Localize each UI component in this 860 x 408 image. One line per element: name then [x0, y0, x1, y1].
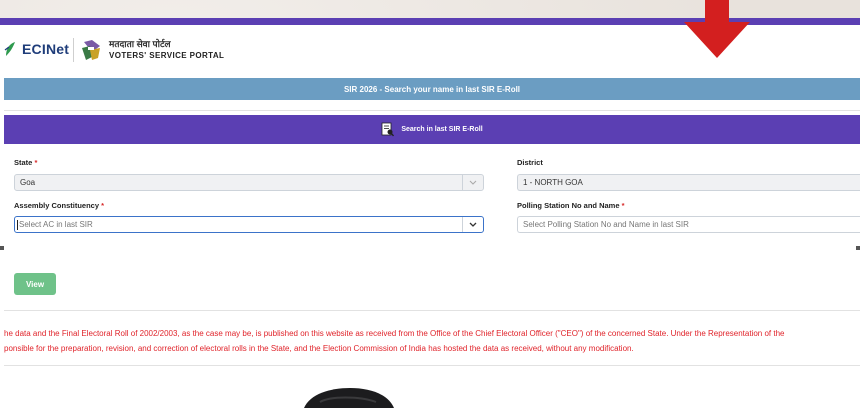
- eci-emblem-icon: [82, 40, 100, 60]
- state-value: Goa: [20, 178, 36, 187]
- red-arrow-down-icon: [684, 0, 750, 58]
- polling-label-text: Polling Station No and Name: [517, 201, 620, 210]
- required-mark: *: [621, 201, 625, 210]
- chevron-down-icon: [469, 222, 477, 227]
- divider: [4, 310, 860, 311]
- assembly-dropdown-toggle[interactable]: [462, 217, 483, 232]
- brand-name: ECINet: [22, 41, 70, 57]
- divider: [4, 365, 860, 366]
- divider: [4, 110, 860, 111]
- portal-title-hindi: मतदाता सेवा पोर्टल: [109, 39, 171, 49]
- dark-object-overlay: [304, 388, 394, 408]
- district-select[interactable]: 1 - NORTH GOA: [517, 174, 860, 191]
- search-document-icon: [381, 122, 395, 137]
- assembly-select[interactable]: Select AC in last SIR: [14, 216, 484, 233]
- browser-page: ECINet मतदाता सेवा पोर्टल VOTERS' SERVIC…: [0, 18, 860, 408]
- screen-edge-mark: [0, 246, 4, 250]
- screen-edge-mark: [856, 246, 860, 250]
- polling-label: Polling Station No and Name *: [517, 201, 625, 210]
- ecinet-logo[interactable]: ECINet: [4, 41, 69, 57]
- search-tab[interactable]: Search in last SIR E-Roll: [4, 115, 860, 144]
- state-label-text: State: [14, 158, 33, 167]
- polling-placeholder: Select Polling Station No and Name in la…: [523, 220, 689, 229]
- leaf-icon: [4, 42, 15, 56]
- portal-title-english: VOTERS' SERVICE PORTAL: [109, 51, 225, 60]
- disclaimer-line-2: ponsible for the preparation, revision, …: [4, 344, 634, 353]
- required-mark: *: [101, 201, 105, 210]
- state-select[interactable]: Goa: [14, 174, 484, 191]
- state-dropdown-toggle[interactable]: [462, 175, 483, 190]
- page-title-bar: SIR 2026 - Search your name in last SIR …: [4, 78, 860, 100]
- portal-title: मतदाता सेवा पोर्टल VOTERS' SERVICE PORTA…: [109, 39, 224, 62]
- district-label: District: [517, 158, 543, 167]
- disclaimer-line-1: he data and the Final Electoral Roll of …: [4, 329, 785, 338]
- view-button[interactable]: View: [14, 273, 56, 295]
- search-tab-label: Search in last SIR E-Roll: [401, 126, 483, 133]
- polling-select[interactable]: Select Polling Station No and Name in la…: [517, 216, 860, 233]
- district-value: 1 - NORTH GOA: [523, 178, 583, 187]
- district-label-text: District: [517, 158, 543, 167]
- assembly-label-text: Assembly Constituency: [14, 201, 100, 210]
- required-mark: *: [34, 158, 38, 167]
- page-title: SIR 2026 - Search your name in last SIR …: [343, 84, 521, 94]
- chevron-down-icon: [469, 180, 477, 185]
- text-cursor: [17, 219, 18, 230]
- header-divider: [73, 38, 74, 62]
- state-label: State *: [14, 158, 37, 167]
- assembly-label: Assembly Constituency *: [14, 201, 104, 210]
- assembly-placeholder: Select AC in last SIR: [19, 220, 93, 229]
- disclaimer: he data and the Final Electoral Roll of …: [4, 326, 860, 356]
